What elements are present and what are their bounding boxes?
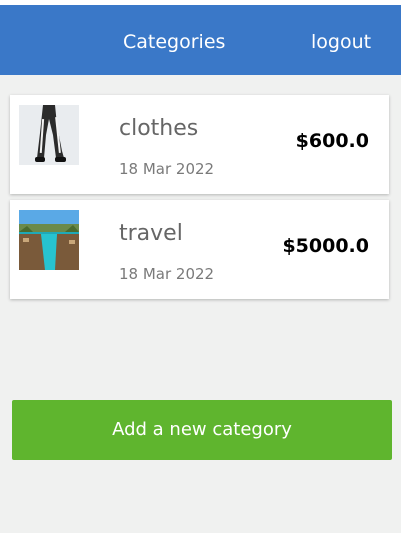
page-title: Categories: [123, 31, 226, 53]
clothes-thumbnail: [19, 105, 79, 165]
category-amount: $5000.0: [282, 235, 369, 257]
category-card-travel[interactable]: travel 18 Mar 2022 $5000.0: [10, 200, 389, 299]
category-amount: $600.0: [295, 130, 369, 152]
logout-link[interactable]: logout: [311, 31, 371, 53]
category-name: clothes: [119, 116, 199, 141]
app-header: Categories logout: [0, 5, 401, 75]
category-card-clothes[interactable]: clothes 18 Mar 2022 $600.0: [10, 95, 389, 194]
pants-photo-icon: [19, 105, 79, 165]
travel-thumbnail: [19, 210, 79, 270]
resort-pool-photo-icon: [19, 210, 79, 270]
add-category-button[interactable]: Add a new category: [12, 400, 392, 460]
category-date: 18 Mar 2022: [119, 265, 215, 283]
category-name: travel: [119, 221, 183, 246]
category-date: 18 Mar 2022: [119, 160, 215, 178]
